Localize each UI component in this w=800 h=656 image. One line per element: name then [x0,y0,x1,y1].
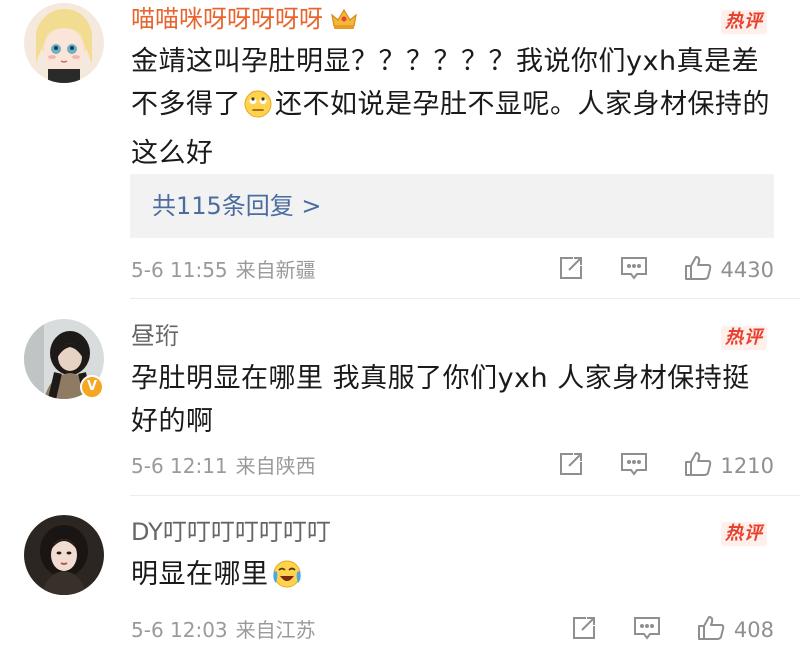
replies-link[interactable]: 共115条回复 > [130,174,774,238]
thumbs-up-icon[interactable] [683,254,713,286]
comment-icon[interactable] [632,614,662,646]
username[interactable]: 昼珩 [131,321,179,351]
comment-meta: 5-6 12:03 来自江苏 [131,617,316,643]
comment-location: 来自新疆 [235,258,316,282]
laugh-cry-emoji-icon [271,559,303,602]
comment-text: 金靖这叫孕肚明显？？？？？？我说你们yxh真是差不多得了 还不如说是孕肚不显呢。… [131,40,776,175]
crown-icon [329,7,359,38]
username[interactable]: DY叮叮叮叮叮叮叮 [131,517,331,547]
divider [130,298,800,299]
share-icon[interactable] [557,450,585,482]
replies-count-text[interactable]: 共115条回复 > [152,190,322,222]
comment-icon[interactable] [619,254,649,286]
verified-badge-icon: V [80,375,104,399]
comment-text: 孕肚明显在哪里 我真服了你们yxh 人家身材保持挺好的啊 [131,363,750,437]
comment-location: 来自陕西 [235,454,316,478]
username-text[interactable]: 喵喵咪呀呀呀呀呀 [131,5,323,33]
comment-item-2: V 昼珩 热评 孕肚明显在哪里 我真服了你们yxh 人家身材保持挺好的啊 5-6… [0,300,800,496]
thumbs-up-icon[interactable] [683,450,713,482]
comment-time: 5-6 11:55 [131,258,228,282]
hot-comment-badge: 热评 [721,326,767,350]
avatar[interactable] [24,3,104,83]
comment-actions: 408 [570,614,774,646]
like-count: 4430 [720,258,774,282]
comment-time: 5-6 12:03 [131,618,228,642]
comment-actions: 4430 [557,254,774,286]
comment-text-main: 明显在哪里 [131,559,269,590]
comment-item-3: DY叮叮叮叮叮叮叮 热评 明显在哪里 5-6 12:03 来自江苏 408 [0,496,800,656]
comment-icon[interactable] [619,450,649,482]
share-icon[interactable] [570,614,598,646]
like-count: 408 [733,618,774,642]
comment-actions: 1210 [557,450,774,482]
rolling-eyes-emoji-icon [243,89,273,132]
like-count: 1210 [720,454,774,478]
comment-time: 5-6 12:11 [131,454,228,478]
hot-comment-badge: 热评 [721,10,767,34]
comment-item-1: 喵喵咪呀呀呀呀呀 热评 金靖这叫孕肚明显？？？？？？我说你们yxh真是差不多得了… [0,0,800,300]
avatar[interactable] [24,515,104,595]
comment-text: 明显在哪里 [131,553,776,602]
comment-meta: 5-6 11:55 来自新疆 [131,257,316,283]
hot-comment-badge: 热评 [721,522,767,546]
comment-meta: 5-6 12:11 来自陕西 [131,453,316,479]
thumbs-up-icon[interactable] [696,614,726,646]
comment-location: 来自江苏 [235,618,316,642]
username[interactable]: 喵喵咪呀呀呀呀呀 [131,4,359,38]
share-icon[interactable] [557,254,585,286]
